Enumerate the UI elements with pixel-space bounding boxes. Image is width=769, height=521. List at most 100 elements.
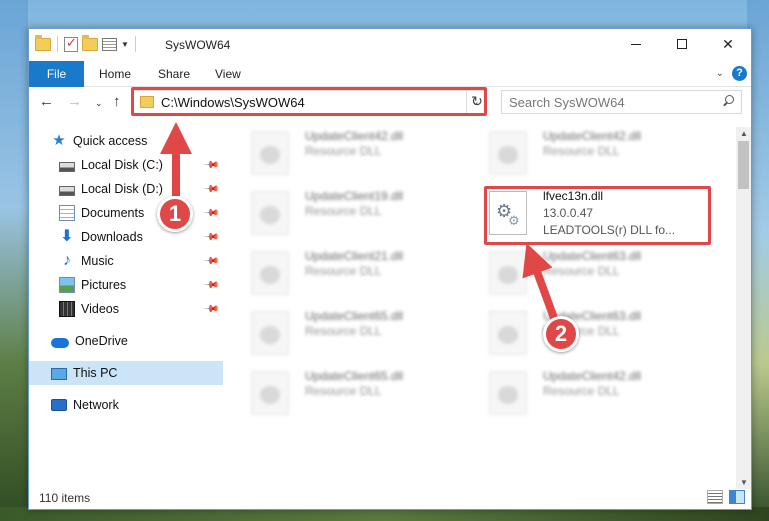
music-icon: ♪: [63, 252, 71, 269]
sidebar-item-this-pc[interactable]: This PC: [29, 361, 223, 385]
up-arrow-icon[interactable]: ↑: [113, 93, 121, 110]
file-item[interactable]: UpdateClient42.dll Resource DLL: [479, 367, 709, 421]
search-input[interactable]: Search SysWOW64: [501, 90, 742, 114]
sidebar-item-label: Music: [81, 254, 114, 268]
pin-icon: 📌: [202, 276, 220, 294]
file-description: Resource DLL: [305, 144, 382, 158]
file-item[interactable]: UpdateClient65.dll Resource DLL: [241, 307, 471, 361]
pictures-icon: [59, 277, 75, 293]
pin-icon: 📌: [202, 180, 220, 198]
pin-icon: 📌: [202, 228, 220, 246]
downloads-icon: ⬇: [60, 228, 74, 245]
sidebar-item-label: Videos: [81, 302, 119, 316]
pin-icon: 📌: [202, 300, 220, 318]
minimize-icon: [631, 43, 641, 45]
sidebar-item-documents[interactable]: Documents 📌: [29, 201, 223, 225]
dll-file-icon: [489, 131, 527, 175]
folder-icon: [35, 34, 51, 51]
disk-icon: [59, 186, 75, 196]
new-folder-icon[interactable]: [82, 34, 98, 51]
search-icon[interactable]: [722, 95, 734, 107]
expand-ribbon-chevron-icon[interactable]: ⌄: [716, 68, 724, 79]
properties-check-icon[interactable]: [64, 35, 78, 52]
maximize-button[interactable]: [659, 29, 705, 59]
sidebar-item-onedrive[interactable]: OneDrive: [29, 329, 223, 353]
back-arrow-icon[interactable]: ←: [39, 93, 54, 110]
documents-icon: [59, 205, 75, 221]
file-name: UpdateClient19.dll: [305, 189, 404, 203]
tab-file[interactable]: File: [29, 61, 84, 87]
customize-toolbar-dropdown-icon[interactable]: ▼: [121, 40, 129, 49]
pin-icon: 📌: [202, 252, 220, 270]
scrollbar-thumb[interactable]: [738, 141, 749, 189]
sidebar-item-videos[interactable]: Videos 📌: [29, 297, 223, 321]
dll-file-icon: [489, 251, 527, 295]
disk-icon: [59, 162, 75, 172]
file-name: UpdateClient65.dll: [305, 309, 404, 323]
file-name: UpdateClient42.dll: [543, 129, 642, 143]
close-icon: ✕: [722, 35, 734, 52]
file-name: UpdateClient63.dll: [543, 249, 642, 263]
pin-icon: 📌: [202, 156, 220, 174]
file-description: Resource DLL: [305, 384, 382, 398]
sidebar-item-local-disk-d[interactable]: Local Disk (D:) 📌: [29, 177, 223, 201]
tiles-view-icon[interactable]: [729, 490, 745, 504]
sidebar-item-label: Documents: [81, 206, 145, 220]
file-item[interactable]: UpdateClient42.dll Resource DLL: [479, 127, 709, 181]
maximize-icon: [677, 39, 687, 49]
navigation-pane: ★ Quick access Local Disk (C:) 📌 Local D…: [29, 127, 223, 487]
close-button[interactable]: ✕: [705, 29, 751, 59]
status-bar: 110 items: [29, 487, 751, 509]
scroll-up-icon[interactable]: ▲: [740, 129, 748, 138]
dll-file-icon: [489, 371, 527, 415]
file-highlight: [484, 186, 711, 245]
tab-home[interactable]: Home: [87, 61, 143, 87]
tab-view[interactable]: View: [203, 61, 253, 87]
sidebar-item-music[interactable]: ♪ Music 📌: [29, 249, 223, 273]
sidebar-item-quick-access[interactable]: ★ Quick access: [29, 129, 223, 153]
file-item[interactable]: UpdateClient63.dll Resource DLL: [479, 247, 709, 301]
onedrive-icon: [51, 338, 69, 348]
dll-file-icon: [251, 131, 289, 175]
toolbar-divider: [134, 36, 136, 52]
file-name: UpdateClient65.dll: [305, 369, 404, 383]
file-name: UpdateClient42.dll: [305, 129, 404, 143]
sidebar-item-label: This PC: [73, 366, 118, 380]
sidebar-item-label: Local Disk (D:): [81, 182, 163, 196]
sidebar-item-downloads[interactable]: ⬇ Downloads 📌: [29, 225, 223, 249]
tab-share[interactable]: Share: [146, 61, 202, 87]
forward-arrow-icon[interactable]: →: [67, 93, 82, 110]
view-toggle: [707, 490, 745, 504]
sidebar-item-local-disk-c[interactable]: Local Disk (C:) 📌: [29, 153, 223, 177]
file-description: Resource DLL: [305, 324, 382, 338]
file-description: Resource DLL: [543, 144, 620, 158]
toolbar-divider: [57, 36, 58, 52]
file-name: UpdateClient42.dll: [543, 369, 642, 383]
scroll-down-icon[interactable]: ▼: [740, 478, 748, 487]
recent-locations-chevron-icon[interactable]: ⌄: [95, 98, 103, 109]
dll-file-icon: [251, 251, 289, 295]
properties-icon[interactable]: [102, 37, 117, 51]
sidebar-item-label: OneDrive: [75, 334, 128, 348]
star-icon: ★: [52, 132, 66, 149]
sidebar-item-pictures[interactable]: Pictures 📌: [29, 273, 223, 297]
sidebar-item-label: Quick access: [73, 134, 148, 148]
quick-access-toolbar: ▼: [35, 34, 138, 52]
file-item[interactable]: UpdateClient21.dll Resource DLL: [241, 247, 471, 301]
address-bar-highlight: [131, 87, 487, 116]
file-item[interactable]: UpdateClient65.dll Resource DLL: [241, 367, 471, 421]
file-item[interactable]: UpdateClient63.dll Resource DLL: [479, 307, 709, 361]
file-item[interactable]: UpdateClient42.dll Resource DLL: [241, 127, 471, 181]
dll-file-icon: [251, 371, 289, 415]
step-2-badge: 2: [543, 316, 579, 352]
vertical-scrollbar[interactable]: ▲ ▼: [736, 127, 751, 489]
this-pc-icon: [51, 367, 67, 380]
help-icon[interactable]: ?: [732, 66, 747, 81]
minimize-button[interactable]: [613, 29, 659, 59]
details-view-icon[interactable]: [707, 490, 723, 504]
sidebar-item-label: Local Disk (C:): [81, 158, 163, 172]
desktop-background-left: [0, 0, 28, 521]
sidebar-item-network[interactable]: Network: [29, 393, 223, 417]
file-description: Resource DLL: [543, 264, 620, 278]
file-item[interactable]: UpdateClient19.dll Resource DLL: [241, 187, 471, 241]
